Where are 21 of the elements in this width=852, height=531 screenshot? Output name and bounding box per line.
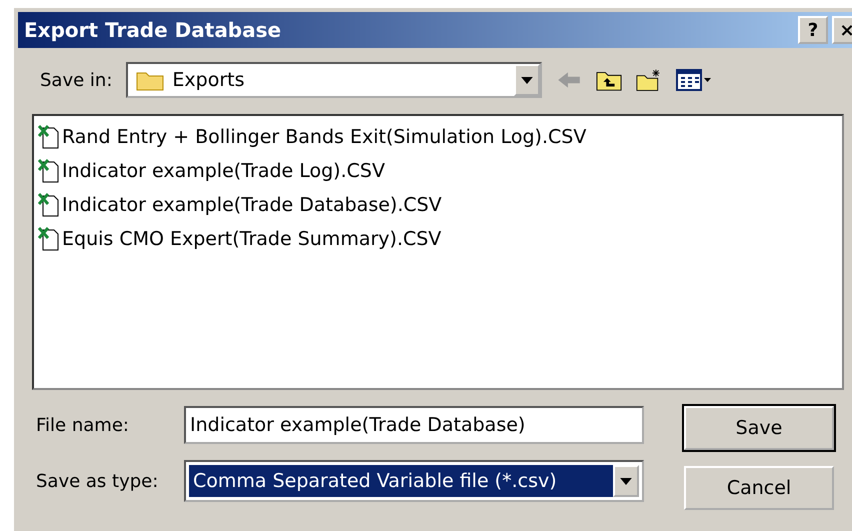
save-in-label: Save in: (40, 70, 112, 90)
cancel-button[interactable]: Cancel (684, 466, 834, 510)
spreadsheet-file-icon (38, 226, 60, 252)
file-item[interactable]: Indicator example(Trade Log).CSV (38, 154, 838, 188)
file-item[interactable]: Rand Entry + Bollinger Bands Exit(Simulation Log).CSV (38, 120, 838, 154)
save-in-dropdown[interactable]: Exports (126, 62, 542, 98)
file-item[interactable]: Indicator example(Trade Database).CSV (38, 188, 838, 222)
view-menu-icon[interactable] (676, 68, 712, 92)
save-button[interactable]: Save (684, 406, 834, 450)
spreadsheet-file-icon (38, 192, 60, 218)
close-button[interactable]: × (832, 16, 852, 44)
spreadsheet-file-icon (38, 124, 60, 150)
save-as-type-label: Save as type: (36, 470, 160, 492)
file-item[interactable]: Equis CMO Expert(Trade Summary).CSV (38, 222, 838, 256)
file-name-label: File name: (36, 414, 130, 436)
new-folder-icon[interactable] (636, 68, 662, 92)
save-as-type-dropdown[interactable]: Comma Separated Variable file (*.csv) (184, 460, 644, 502)
spreadsheet-file-icon (38, 158, 60, 184)
window-title: Export Trade Database (24, 18, 282, 42)
file-name-field[interactable]: Indicator example(Trade Database) (184, 406, 644, 444)
help-button[interactable]: ? (798, 16, 828, 44)
